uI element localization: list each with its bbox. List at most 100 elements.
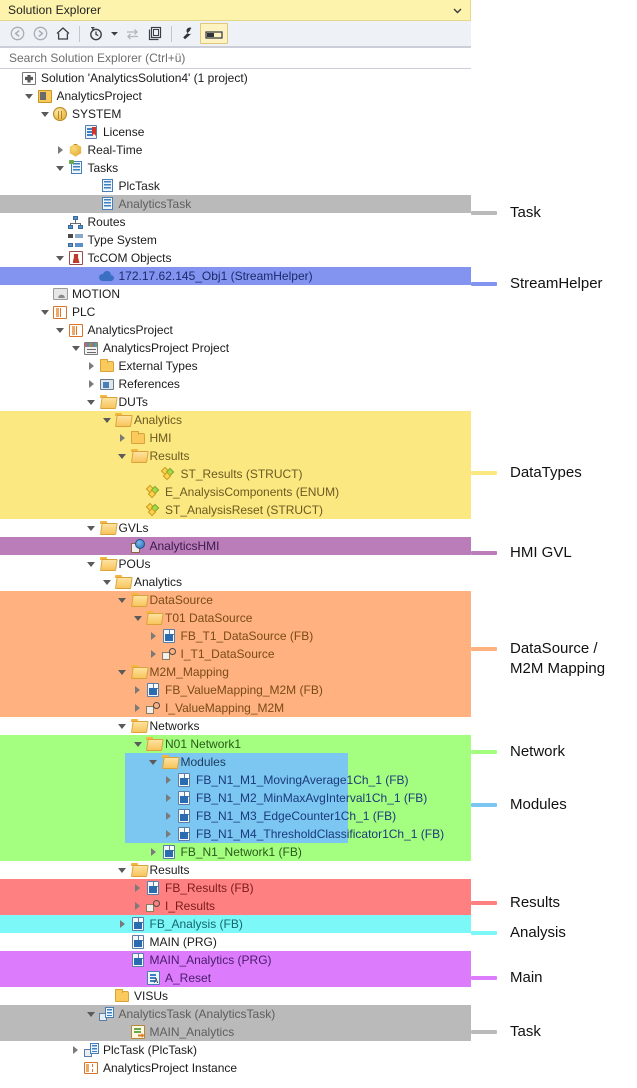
tree-item[interactable]: AnalyticsProject — [0, 321, 471, 339]
expander-closed-icon[interactable] — [163, 829, 174, 840]
expander-open-icon[interactable] — [24, 91, 35, 102]
tree-item[interactable]: FB_N1_Network1 (FB) — [0, 843, 471, 861]
tree-item[interactable]: FB_N1_M3_EdgeCounter1Ch_1 (FB) — [0, 807, 471, 825]
expander-closed-icon[interactable] — [132, 883, 143, 894]
tree-item[interactable]: PLC — [0, 303, 471, 321]
tree-item[interactable]: M2M_Mapping — [0, 663, 471, 681]
tree-item[interactable]: FB_N1_M4_ThresholdClassificator1Ch_1 (FB… — [0, 825, 471, 843]
tree-item[interactable]: E_AnalysisComponents (ENUM) — [0, 483, 471, 501]
tree-item[interactable]: DataSource — [0, 591, 471, 609]
expander-closed-icon[interactable] — [132, 703, 143, 714]
tree-item[interactable]: License — [0, 123, 471, 141]
tree-item[interactable]: Analytics — [0, 411, 471, 429]
tree-item[interactable]: FB_N1_M2_MinMaxAvgInterval1Ch_1 (FB) — [0, 789, 471, 807]
expander-open-icon[interactable] — [86, 1009, 97, 1020]
tree-item[interactable]: I_Results — [0, 897, 471, 915]
tree-item[interactable]: DUTs — [0, 393, 471, 411]
tree-item[interactable]: Tasks — [0, 159, 471, 177]
expander-open-icon[interactable] — [39, 109, 50, 120]
tree-item[interactable]: AnalyticsProject Instance — [0, 1059, 471, 1077]
tree-item[interactable]: N01 Network1 — [0, 735, 471, 753]
chevron-down-icon[interactable] — [108, 23, 120, 44]
tree-item[interactable]: SYSTEM — [0, 105, 471, 123]
tree-item[interactable]: MOTION — [0, 285, 471, 303]
tree-item[interactable]: PlcTask (PlcTask) — [0, 1041, 471, 1059]
tree-item[interactable]: T01 DataSource — [0, 609, 471, 627]
expander-open-icon[interactable] — [86, 397, 97, 408]
expander-open-icon[interactable] — [55, 253, 66, 264]
tree-item[interactable]: Type System — [0, 231, 471, 249]
expander-closed-icon[interactable] — [163, 793, 174, 804]
expander-open-icon[interactable] — [117, 451, 128, 462]
sync-arrows-icon[interactable] — [121, 23, 143, 44]
expander-open-icon[interactable] — [132, 739, 143, 750]
expander-closed-icon[interactable] — [86, 361, 97, 372]
tree-item[interactable]: Routes — [0, 213, 471, 231]
tree-item[interactable]: Networks — [0, 717, 471, 735]
tree-item[interactable]: TcCOM Objects — [0, 249, 471, 267]
expander-open-icon[interactable] — [39, 307, 50, 318]
preview-pane-icon[interactable] — [200, 23, 228, 44]
tree-item[interactable]: MAIN_Analytics — [0, 1023, 471, 1041]
expander-open-icon[interactable] — [117, 667, 128, 678]
expander-open-icon[interactable] — [117, 865, 128, 876]
tree-item[interactable]: HMI — [0, 429, 471, 447]
expander-closed-icon[interactable] — [148, 649, 159, 660]
tree-item[interactable]: Solution 'AnalyticsSolution4' (1 project… — [0, 69, 471, 87]
expander-open-icon[interactable] — [70, 343, 81, 354]
expander-open-icon[interactable] — [148, 757, 159, 768]
tree-item[interactable]: AnalyticsHMI — [0, 537, 471, 555]
expander-open-icon[interactable] — [55, 163, 66, 174]
expander-closed-icon[interactable] — [70, 1045, 81, 1056]
expander-closed-icon[interactable] — [55, 145, 66, 156]
tree-item[interactable]: I_T1_DataSource — [0, 645, 471, 663]
tree-item[interactable]: AnalyticsTask (AnalyticsTask) — [0, 1005, 471, 1023]
back-button[interactable] — [6, 23, 28, 44]
expander-open-icon[interactable] — [132, 613, 143, 624]
expander-closed-icon[interactable] — [163, 775, 174, 786]
tree-item[interactable]: AnalyticsProject — [0, 87, 471, 105]
expander-closed-icon[interactable] — [132, 901, 143, 912]
tree-item[interactable]: POUs — [0, 555, 471, 573]
tree-item[interactable]: Real-Time — [0, 141, 471, 159]
expander-closed-icon[interactable] — [86, 379, 97, 390]
tree-item[interactable]: A_Reset — [0, 969, 471, 987]
expander-open-icon[interactable] — [101, 577, 112, 588]
expander-closed-icon[interactable] — [148, 847, 159, 858]
expander-open-icon[interactable] — [55, 325, 66, 336]
tree-item[interactable]: FB_T1_DataSource (FB) — [0, 627, 471, 645]
tree-item[interactable]: GVLs — [0, 519, 471, 537]
chevron-down-icon[interactable] — [450, 3, 464, 17]
tree-item[interactable]: MAIN_Analytics (PRG) — [0, 951, 471, 969]
expander-closed-icon[interactable] — [163, 811, 174, 822]
expander-open-icon[interactable] — [117, 721, 128, 732]
expander-closed-icon[interactable] — [132, 685, 143, 696]
tree-item[interactable]: 172.17.62.145_Obj1 (StreamHelper) — [0, 267, 471, 285]
tree-item[interactable]: ST_AnalysisReset (STRUCT) — [0, 501, 471, 519]
tree-item[interactable]: ST_Results (STRUCT) — [0, 465, 471, 483]
tree-item[interactable]: MAIN (PRG) — [0, 933, 471, 951]
forward-button[interactable] — [29, 23, 51, 44]
expander-open-icon[interactable] — [101, 415, 112, 426]
tree-item[interactable]: References — [0, 375, 471, 393]
tree-item[interactable]: Results — [0, 861, 471, 879]
tree-item[interactable]: Modules — [0, 753, 471, 771]
clock-icon[interactable] — [85, 23, 107, 44]
tree-item[interactable]: Analytics — [0, 573, 471, 591]
tree-item[interactable]: Results — [0, 447, 471, 465]
copy-windows-icon[interactable] — [144, 23, 166, 44]
expander-open-icon[interactable] — [117, 595, 128, 606]
expander-open-icon[interactable] — [86, 523, 97, 534]
expander-closed-icon[interactable] — [117, 433, 128, 444]
wrench-icon[interactable] — [177, 23, 199, 44]
expander-open-icon[interactable] — [86, 559, 97, 570]
tree-item[interactable]: AnalyticsTask — [0, 195, 471, 213]
tree-item[interactable]: VISUs — [0, 987, 471, 1005]
expander-closed-icon[interactable] — [117, 919, 128, 930]
tree-item[interactable]: I_ValueMapping_M2M — [0, 699, 471, 717]
tree-item[interactable]: AnalyticsProject Project — [0, 339, 471, 357]
search-input[interactable]: Search Solution Explorer (Ctrl+ü) — [0, 47, 471, 69]
tree-item[interactable]: FB_Results (FB) — [0, 879, 471, 897]
tree-item[interactable]: External Types — [0, 357, 471, 375]
tree-item[interactable]: FB_ValueMapping_M2M (FB) — [0, 681, 471, 699]
